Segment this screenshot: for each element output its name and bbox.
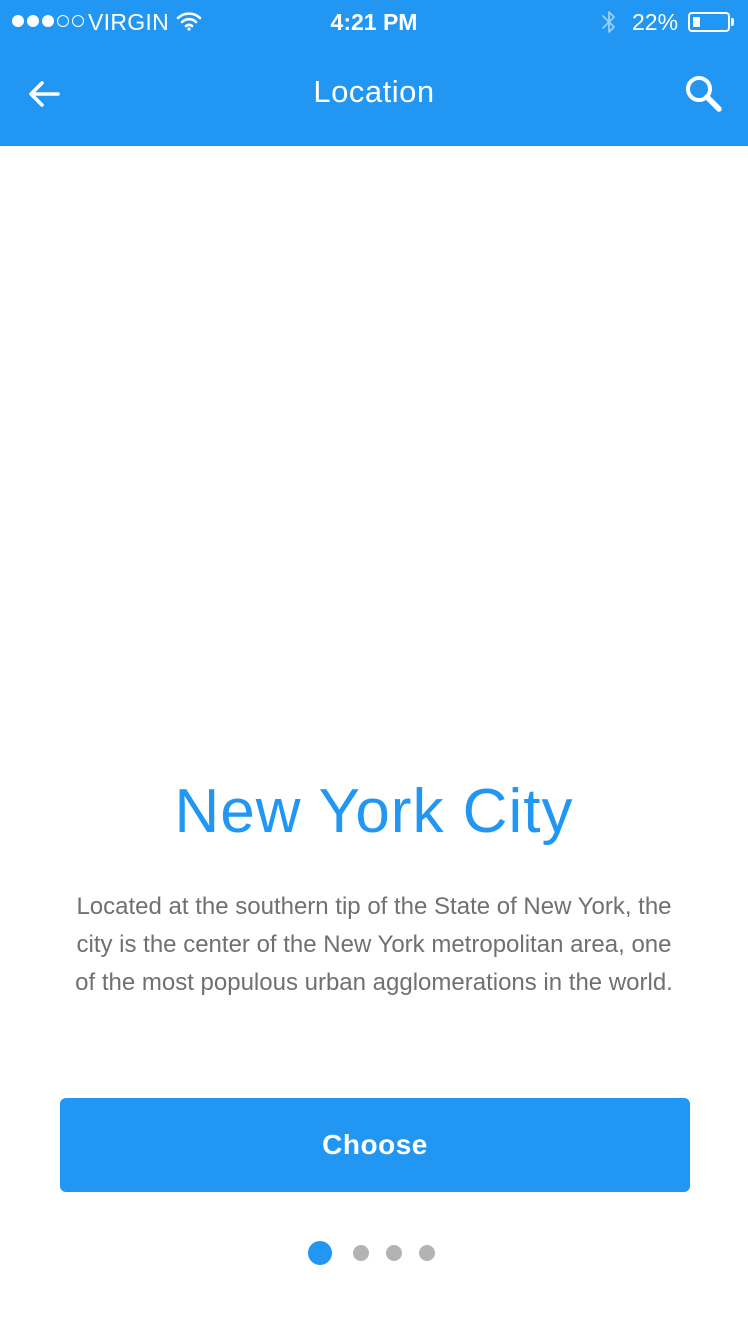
- page-dot[interactable]: [419, 1245, 435, 1261]
- battery-level-fill: [693, 17, 700, 27]
- battery-icon: [688, 12, 734, 32]
- nav-bar: Location: [0, 46, 748, 146]
- battery-body: [688, 12, 730, 32]
- page-dot[interactable]: [353, 1245, 369, 1261]
- location-screen: VIRGIN 4:21 PM 22% Location New York Cit…: [0, 0, 748, 1334]
- location-title: New York City: [174, 777, 574, 846]
- page-title: Location: [313, 74, 435, 109]
- page-dot-active[interactable]: [308, 1241, 332, 1265]
- page-dot[interactable]: [386, 1245, 402, 1261]
- bluetooth-icon: [602, 11, 615, 33]
- search-icon[interactable]: [682, 72, 726, 116]
- battery-percent: 22%: [632, 9, 679, 35]
- battery-tip: [731, 18, 734, 26]
- choose-button[interactable]: Choose: [60, 1098, 690, 1192]
- app-header: VIRGIN 4:21 PM 22% Location: [0, 0, 748, 146]
- location-description: Located at the southern tip of the State…: [75, 893, 673, 996]
- page-indicator[interactable]: [0, 1240, 748, 1266]
- status-bar: VIRGIN 4:21 PM 22%: [0, 0, 748, 46]
